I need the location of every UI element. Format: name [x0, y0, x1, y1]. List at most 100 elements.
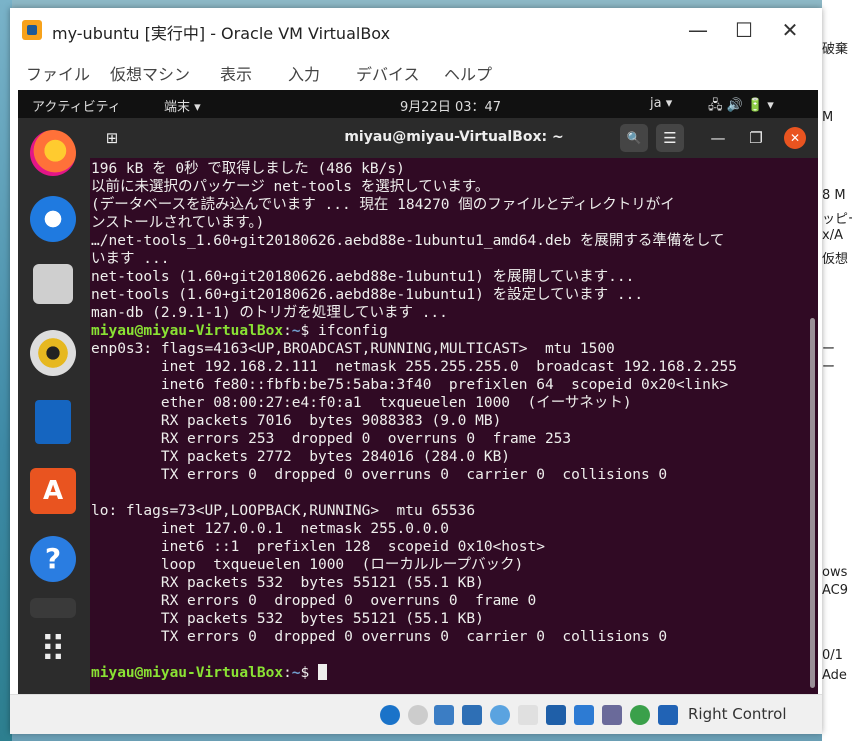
- terminal-prompt-line: miyau@miyau-VirtualBox:~$ ifconfig: [91, 322, 803, 340]
- terminal-window[interactable]: ⊞ miyau@miyau-VirtualBox: ~ 🔍 ☰ — ❐ ✕ 19…: [90, 118, 818, 694]
- terminal-output-line: inet6 fe80::fbfb:be75:5aba:3f40 prefixle…: [91, 377, 729, 393]
- files-icon[interactable]: [33, 264, 73, 304]
- display-icon[interactable]: [546, 705, 566, 725]
- background-window-text: x/A: [822, 228, 843, 243]
- gnome-top-bar: アクティビティ 端末 ▾ 9月22日 03：47 ja ▾ 🖧 🔊 🔋 ▾: [18, 90, 818, 118]
- background-window-text: 8 M: [822, 188, 846, 203]
- mouse-integration-icon[interactable]: [630, 705, 650, 725]
- terminal-output[interactable]: 196 kB を 0秒 で取得しました (486 kB/s) 以前に未選択のパッケ…: [90, 158, 803, 690]
- search-icon[interactable]: 🔍: [620, 124, 648, 152]
- terminal-output-line: net-tools (1.60+git20180626.aebd88e-1ubu…: [91, 287, 644, 303]
- terminal-output-line: (データベースを読み込んでいます ... 現在 184270 個のファイルとディ…: [91, 197, 675, 213]
- menu-view[interactable]: 表示: [220, 61, 252, 85]
- show-apps-icon[interactable]: ⠿: [30, 628, 76, 674]
- terminal-output-line: RX errors 0 dropped 0 overruns 0 frame 0: [91, 593, 537, 609]
- prompt-command: $: [300, 665, 318, 681]
- rhythmbox-icon[interactable]: [30, 330, 76, 376]
- writer-icon[interactable]: [35, 400, 71, 444]
- input-method-menu[interactable]: ja ▾: [650, 96, 672, 111]
- terminal-output-line: net-tools (1.60+git20180626.aebd88e-1ubu…: [91, 269, 635, 285]
- prompt-command: $ ifconfig: [300, 323, 388, 339]
- terminal-output-line: …/net-tools_1.60+git20180626.aebd88e-1ub…: [91, 233, 725, 249]
- hamburger-menu-icon[interactable]: ☰: [656, 124, 684, 152]
- ubuntu-dock: A ? ⠿: [18, 118, 90, 694]
- menu-devices[interactable]: デバイス: [356, 61, 420, 85]
- background-window-text: Ade: [822, 668, 847, 683]
- background-window: 破棄 M 8 M ッピーx/A 仮想ーー ows AC9 0/1 Ade: [822, 0, 852, 741]
- background-window-text: 0/1: [822, 648, 843, 663]
- keyboard-icon[interactable]: [658, 705, 678, 725]
- background-window-text: ッピー: [822, 212, 852, 227]
- terminal-output-line: TX errors 0 dropped 0 overruns 0 carrier…: [91, 629, 668, 645]
- terminal-prompt-line: miyau@miyau-VirtualBox:~$: [91, 664, 803, 682]
- system-status-menu[interactable]: 🖧 🔊 🔋 ▾: [708, 96, 774, 118]
- shared-folder-icon[interactable]: [518, 705, 538, 725]
- minimize-button[interactable]: —: [675, 12, 721, 48]
- optical-icon[interactable]: [408, 705, 428, 725]
- usb-icon[interactable]: [434, 705, 454, 725]
- terminal-output-line: RX packets 532 bytes 55121 (55.1 KB): [91, 575, 484, 591]
- terminal-icon[interactable]: [30, 598, 76, 618]
- help-icon[interactable]: ?: [30, 536, 76, 582]
- activities-button[interactable]: アクティビティ: [32, 96, 121, 115]
- virtualbox-app-icon: [22, 20, 42, 40]
- background-window-text: AC9: [822, 583, 849, 598]
- background-window-text: 破棄: [822, 42, 849, 57]
- menu-file[interactable]: ファイル: [26, 61, 90, 85]
- terminal-minimize-button[interactable]: —: [704, 124, 732, 152]
- prompt-path: ~: [291, 323, 301, 339]
- maximize-button[interactable]: ☐: [721, 12, 767, 48]
- menu-bar: ファイル 仮想マシン 表示 入力 デバイス ヘルプ: [10, 52, 822, 90]
- menu-input[interactable]: 入力: [288, 61, 320, 85]
- terminal-output-line: enp0s3: flags=4163<UP,BROADCAST,RUNNING,…: [91, 341, 615, 357]
- prompt-user: miyau@miyau-VirtualBox: [91, 665, 284, 681]
- terminal-output-line: ether 08:00:27:e4:f0:a1 txqueuelen 1000 …: [91, 395, 632, 411]
- background-window-text: ows: [822, 565, 848, 580]
- terminal-output-line: TX packets 2772 bytes 284016 (284.0 KB): [91, 449, 511, 465]
- terminal-output-line: loop txqueuelen 1000 (ローカルループバック): [91, 557, 524, 573]
- virtualbox-window: my-ubuntu [実行中] - Oracle VM VirtualBox —…: [10, 8, 822, 734]
- guest-screen[interactable]: アクティビティ 端末 ▾ 9月22日 03：47 ja ▾ 🖧 🔊 🔋 ▾ A …: [18, 90, 818, 694]
- prompt-separator: :: [283, 323, 292, 339]
- terminal-app-menu[interactable]: 端末 ▾: [164, 96, 201, 115]
- terminal-output-line: ンストールされています。): [91, 215, 265, 231]
- software-icon[interactable]: A: [30, 468, 76, 514]
- terminal-output-line: RX errors 253 dropped 0 overruns 0 frame…: [91, 431, 572, 447]
- menu-machine[interactable]: 仮想マシン: [110, 61, 190, 85]
- terminal-output-line: TX errors 0 dropped 0 overruns 0 carrier…: [91, 467, 668, 483]
- recording-icon[interactable]: [574, 705, 594, 725]
- text-cursor: [318, 664, 327, 680]
- window-title: my-ubuntu [実行中] - Oracle VM VirtualBox: [52, 24, 391, 43]
- terminal-maximize-button[interactable]: ❐: [742, 124, 770, 152]
- terminal-output-line: 以前に未選択のパッケージ net-tools を選択しています。: [91, 179, 490, 195]
- terminal-scrollbar[interactable]: [810, 318, 815, 688]
- background-window-text: M: [822, 110, 834, 125]
- virtualization-icon[interactable]: [602, 705, 622, 725]
- firefox-icon[interactable]: [30, 130, 76, 176]
- background-window-text: 仮想: [822, 252, 849, 267]
- vm-status-bar: Right Control: [10, 694, 822, 734]
- terminal-output-line: lo: flags=73<UP,LOOPBACK,RUNNING> mtu 65…: [91, 503, 476, 519]
- window-titlebar: my-ubuntu [実行中] - Oracle VM VirtualBox —…: [10, 8, 822, 52]
- prompt-user: miyau@miyau-VirtualBox: [91, 323, 284, 339]
- audio-icon[interactable]: [490, 705, 510, 725]
- prompt-path: ~: [291, 665, 301, 681]
- terminal-output-line: います ...: [91, 251, 170, 267]
- terminal-output-line: inet 192.168.2.111 netmask 255.255.255.0…: [91, 359, 738, 375]
- terminal-output-line: 196 kB を 0秒 で取得しました (486 kB/s): [91, 161, 405, 177]
- menu-help[interactable]: ヘルプ: [444, 61, 492, 85]
- network-icon[interactable]: [462, 705, 482, 725]
- background-window-text: ー: [822, 342, 836, 357]
- terminal-output-line: TX packets 532 bytes 55121 (55.1 KB): [91, 611, 484, 627]
- terminal-headerbar: ⊞ miyau@miyau-VirtualBox: ~ 🔍 ☰ — ❐ ✕: [90, 118, 818, 158]
- terminal-close-button[interactable]: ✕: [784, 127, 806, 149]
- terminal-output-line: man-db (2.9.1-1) のトリガを処理しています ...: [91, 305, 448, 321]
- close-button[interactable]: ✕: [767, 12, 813, 48]
- thunderbird-icon[interactable]: [30, 196, 76, 242]
- host-key-label: Right Control: [688, 705, 787, 723]
- hdd-icon[interactable]: [380, 705, 400, 725]
- terminal-output-line: inet 127.0.0.1 netmask 255.0.0.0: [91, 521, 449, 537]
- clock[interactable]: 9月22日 03：47: [400, 96, 501, 115]
